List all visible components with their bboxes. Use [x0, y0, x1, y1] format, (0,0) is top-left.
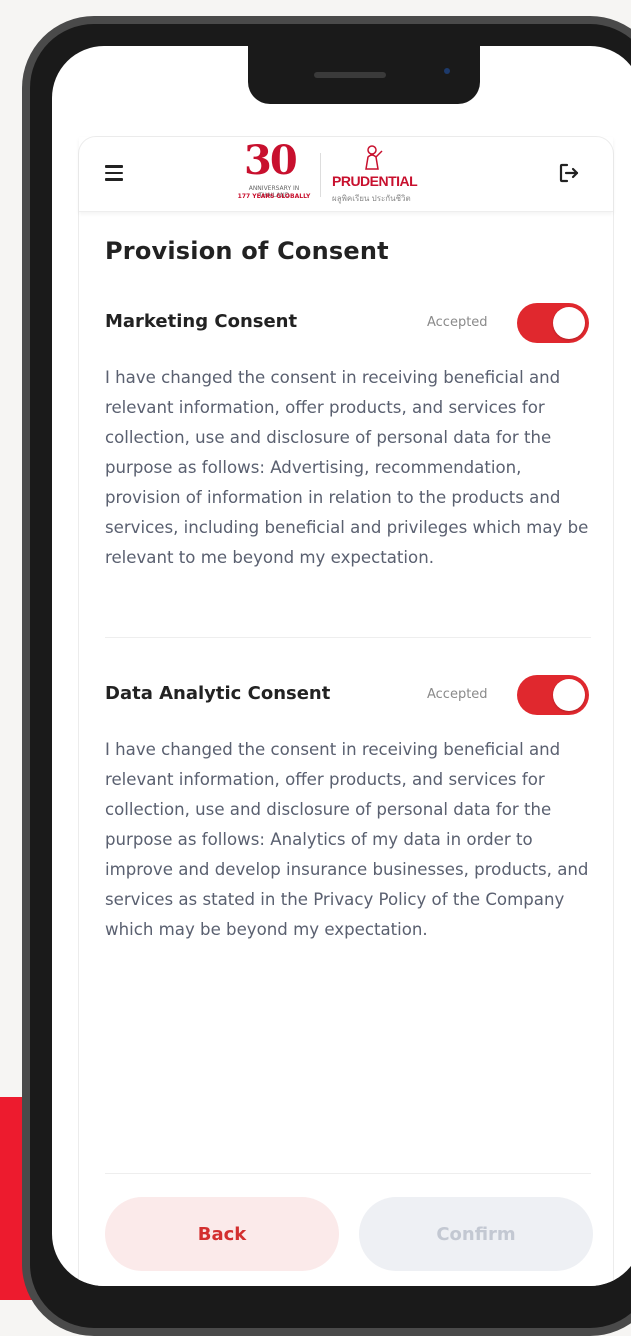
app-card: 30 ANNIVERSARY IN THAILAND 177 YEARS GLO…	[78, 136, 614, 1286]
phone-screen: 30 ANNIVERSARY IN THAILAND 177 YEARS GLO…	[52, 46, 631, 1286]
hamburger-menu-icon[interactable]	[105, 165, 123, 181]
back-button[interactable]: Back	[105, 1197, 339, 1271]
prudence-figure-icon	[358, 143, 386, 177]
anniversary-number: 30	[244, 137, 298, 184]
logo-divider	[320, 153, 321, 197]
marketing-consent-description: I have changed the consent in receiving …	[105, 368, 589, 567]
front-camera	[444, 68, 450, 74]
data-analytic-consent-toggle[interactable]	[517, 675, 589, 715]
data-analytic-consent-status: Accepted	[427, 687, 488, 702]
marketing-consent-toggle[interactable]	[517, 303, 589, 343]
phone-bezel: 30 ANNIVERSARY IN THAILAND 177 YEARS GLO…	[30, 24, 631, 1328]
anniversary-logo: 30 ANNIVERSARY IN THAILAND 177 YEARS GLO…	[234, 137, 314, 205]
phone-frame: 30 ANNIVERSARY IN THAILAND 177 YEARS GLO…	[22, 16, 631, 1336]
speaker-grille	[314, 72, 386, 78]
marketing-consent-title: Marketing Consent	[105, 311, 298, 332]
brand-tagline: ผลูพิคเรียน ประกันชีวิต	[332, 194, 411, 203]
logout-icon[interactable]	[557, 161, 581, 185]
page-title: Provision of Consent	[105, 237, 389, 265]
anniversary-line2: 177 YEARS GLOBALLY	[237, 193, 311, 200]
phone-notch	[248, 46, 480, 104]
footer-divider	[105, 1173, 591, 1174]
app-header: 30 ANNIVERSARY IN THAILAND 177 YEARS GLO…	[79, 137, 613, 212]
data-analytic-consent-title: Data Analytic Consent	[105, 683, 331, 704]
marketing-consent-status: Accepted	[427, 315, 488, 330]
section-divider	[105, 637, 591, 638]
brand-name: PRUDENTIAL	[332, 173, 418, 189]
data-analytic-consent-description: I have changed the consent in receiving …	[105, 740, 589, 939]
logo-area: 30 ANNIVERSARY IN THAILAND 177 YEARS GLO…	[234, 137, 464, 205]
confirm-button[interactable]: Confirm	[359, 1197, 593, 1271]
